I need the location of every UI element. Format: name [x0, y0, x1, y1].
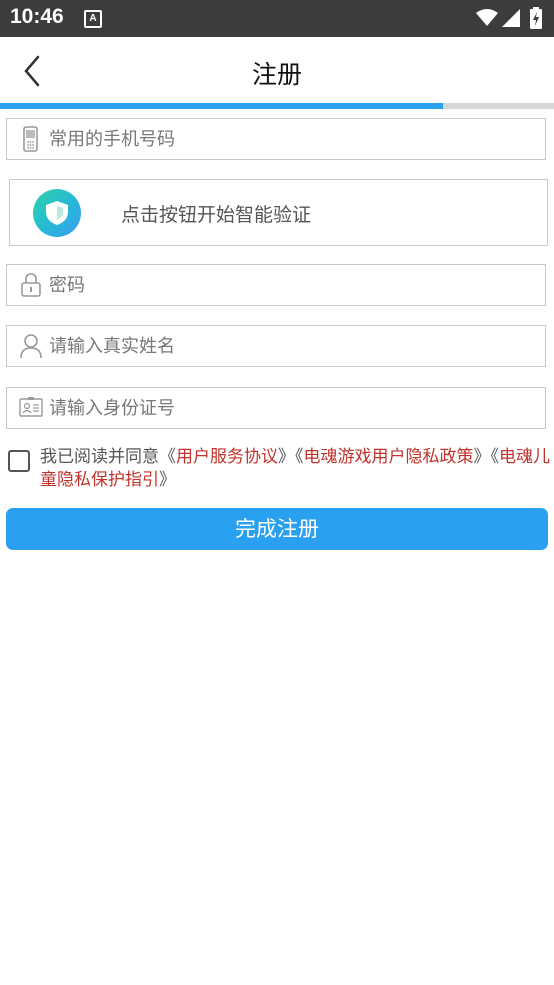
real-name-field: [6, 325, 546, 367]
status-time: 10:46: [10, 5, 64, 28]
agreement-suffix: 》: [159, 470, 176, 490]
smart-verify-button[interactable]: 点击按钮开始智能验证: [9, 179, 548, 246]
agreement-separator: 》《: [278, 447, 304, 467]
id-number-input[interactable]: [49, 388, 529, 428]
smart-verify-label: 点击按钮开始智能验证: [121, 204, 312, 226]
lock-icon: [21, 273, 41, 297]
real-name-input[interactable]: [49, 326, 529, 366]
phone-icon: [23, 126, 38, 152]
agreement-checkbox[interactable]: [8, 450, 30, 472]
password-field: [6, 264, 546, 306]
shield-icon: [33, 189, 81, 237]
agreement-prefix: 我已阅读并同意《: [40, 447, 176, 467]
agreement-text: 我已阅读并同意《用户服务协议》《电魂游戏用户隐私政策》《电魂儿童隐私保护指引》: [40, 446, 550, 492]
app-notification-icon: A: [84, 10, 102, 28]
phone-field: [6, 118, 546, 160]
registration-progress-bar: [0, 103, 554, 109]
user-service-agreement-link[interactable]: 用户服务协议: [176, 447, 278, 467]
progress-fill: [0, 103, 444, 109]
wifi-icon: [476, 9, 498, 26]
password-input[interactable]: [49, 265, 529, 305]
person-icon: [20, 334, 42, 359]
battery-charging-icon: [530, 7, 542, 29]
page-title: 注册: [251, 60, 302, 89]
phone-input[interactable]: [49, 119, 529, 159]
signal-icon: [502, 9, 520, 27]
id-card-icon: [19, 397, 43, 417]
title-bar: 注册: [0, 37, 554, 103]
id-number-field: [6, 387, 546, 429]
status-bar: 10:46 A: [0, 0, 554, 37]
complete-registration-button[interactable]: 完成注册: [6, 508, 548, 550]
agreement-separator: 》《: [473, 447, 500, 467]
privacy-policy-link[interactable]: 电魂游戏用户隐私政策: [304, 447, 474, 467]
